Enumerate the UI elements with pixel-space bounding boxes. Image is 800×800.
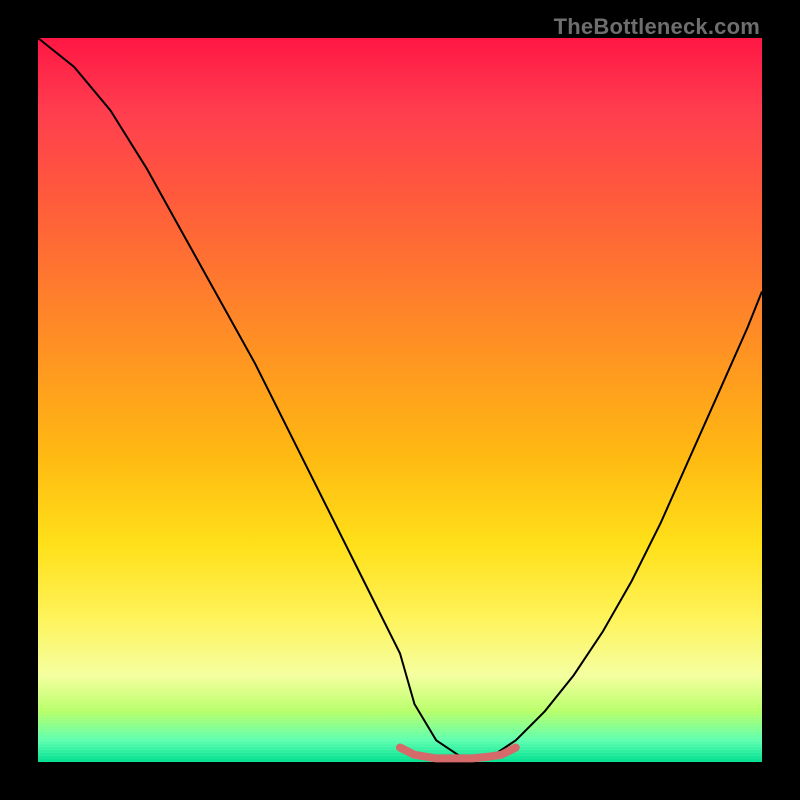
left-curve (38, 38, 472, 762)
plot-area (38, 38, 762, 762)
curve-layer (38, 38, 762, 762)
bottom-band (400, 748, 516, 759)
watermark-text: TheBottleneck.com (554, 14, 760, 40)
right-curve (472, 291, 762, 762)
chart-stage: TheBottleneck.com (0, 0, 800, 800)
